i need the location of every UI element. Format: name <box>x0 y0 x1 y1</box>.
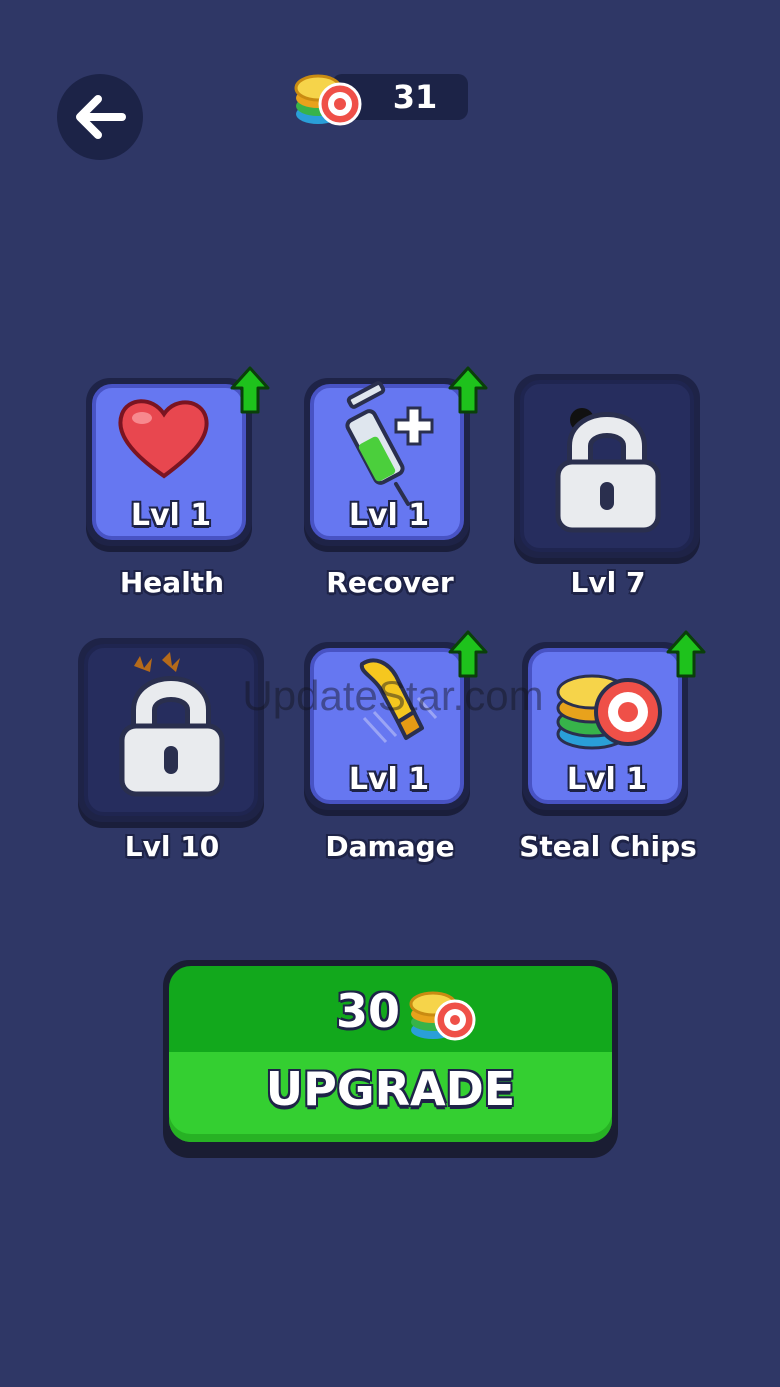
poker-chips-icon <box>556 674 662 750</box>
upgrade-cost: 30 <box>335 984 400 1038</box>
upgrade-button[interactable]: 30 UPGRADE <box>163 960 618 1158</box>
lock-icon <box>119 652 225 797</box>
card-level: Lvl 1 <box>348 498 430 533</box>
card-level: Lvl 1 <box>348 762 430 797</box>
upgrade-card-steal-chips[interactable]: Lvl 1 <box>522 630 706 817</box>
card-label-recover: Recover <box>326 566 454 599</box>
poker-chips-icon <box>409 991 476 1041</box>
card-label-steal-chips: Steal Chips <box>519 830 697 863</box>
poker-chips-icon <box>294 74 362 126</box>
bullet-icon <box>359 658 438 744</box>
card-label-health: Health <box>119 566 225 599</box>
upgrade-card-locked-10 <box>78 638 264 822</box>
upgrade-card-locked-7 <box>514 374 700 558</box>
card-level: Lvl 1 <box>130 498 212 533</box>
upgrade-arrow-icon <box>666 630 706 678</box>
lock-icon <box>555 408 661 533</box>
upgrade-arrow-icon <box>448 366 488 414</box>
arrow-left-icon <box>76 95 126 139</box>
upgrade-arrow-icon <box>230 366 270 414</box>
upgrade-label: UPGRADE <box>265 1062 516 1116</box>
card-label-locked-7: Lvl 7 <box>570 566 646 599</box>
back-button[interactable] <box>57 74 143 160</box>
card-label-damage: Damage <box>325 830 455 863</box>
heart-icon <box>118 399 209 479</box>
syringe-icon <box>345 381 434 506</box>
upgrade-card-health[interactable]: Lvl 1 <box>86 366 270 553</box>
upgrade-arrow-icon <box>448 630 488 678</box>
chip-count: 31 <box>392 78 438 116</box>
chip-counter: 31 <box>292 62 472 126</box>
upgrade-card-recover[interactable]: Lvl 1 <box>304 366 488 553</box>
card-label-locked-10: Lvl 10 <box>124 830 220 863</box>
upgrade-card-damage[interactable]: Lvl 1 <box>304 630 488 817</box>
card-level: Lvl 1 <box>566 762 648 797</box>
